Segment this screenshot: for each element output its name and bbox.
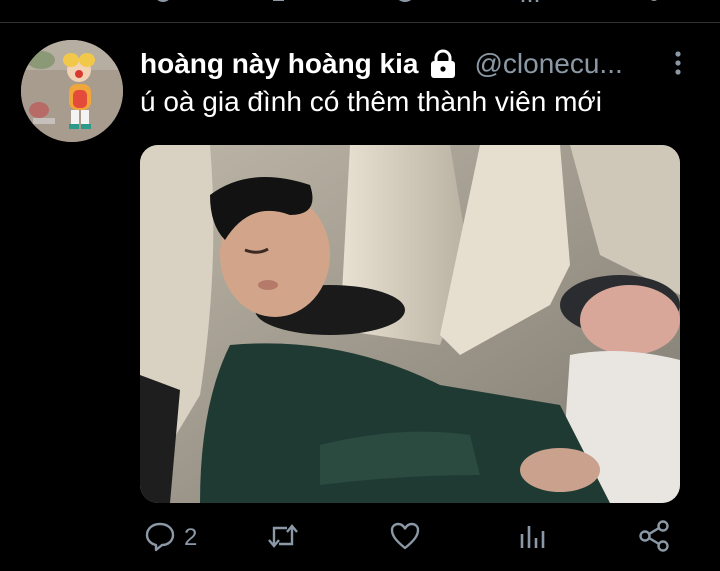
reply-icon bbox=[144, 520, 176, 557]
retweet-button[interactable] bbox=[265, 518, 301, 558]
reply-count: 2 bbox=[184, 524, 198, 551]
retweet-icon[interactable] bbox=[270, 0, 300, 8]
analytics-button[interactable] bbox=[517, 518, 547, 558]
lock-icon bbox=[426, 49, 460, 79]
more-vertical-icon[interactable] bbox=[668, 50, 688, 81]
tweet-actions: 2 bbox=[0, 518, 720, 558]
tweet-divider bbox=[0, 22, 720, 23]
analytics-icon[interactable] bbox=[518, 0, 546, 8]
analytics-icon bbox=[517, 520, 547, 557]
share-icon[interactable] bbox=[640, 0, 670, 8]
share-icon bbox=[637, 519, 671, 557]
retweet-icon bbox=[265, 520, 301, 557]
tweet-header: hoàng này hoàng kia @clonecu... bbox=[140, 44, 623, 84]
tweet-media[interactable] bbox=[140, 145, 680, 503]
heart-icon[interactable] bbox=[392, 0, 418, 8]
display-name[interactable]: hoàng này hoàng kia bbox=[140, 48, 418, 80]
reply-icon[interactable] bbox=[150, 0, 176, 8]
avatar[interactable] bbox=[21, 40, 123, 142]
reply-button[interactable]: 2 bbox=[144, 518, 197, 558]
like-button[interactable] bbox=[389, 518, 421, 558]
handle[interactable]: @clonecu... bbox=[474, 48, 622, 80]
heart-icon bbox=[389, 520, 421, 557]
share-button[interactable] bbox=[637, 518, 671, 558]
tweet-text: ú oà gia đình có thêm thành viên mới bbox=[140, 86, 602, 117]
previous-tweet-actions bbox=[0, 0, 720, 14]
